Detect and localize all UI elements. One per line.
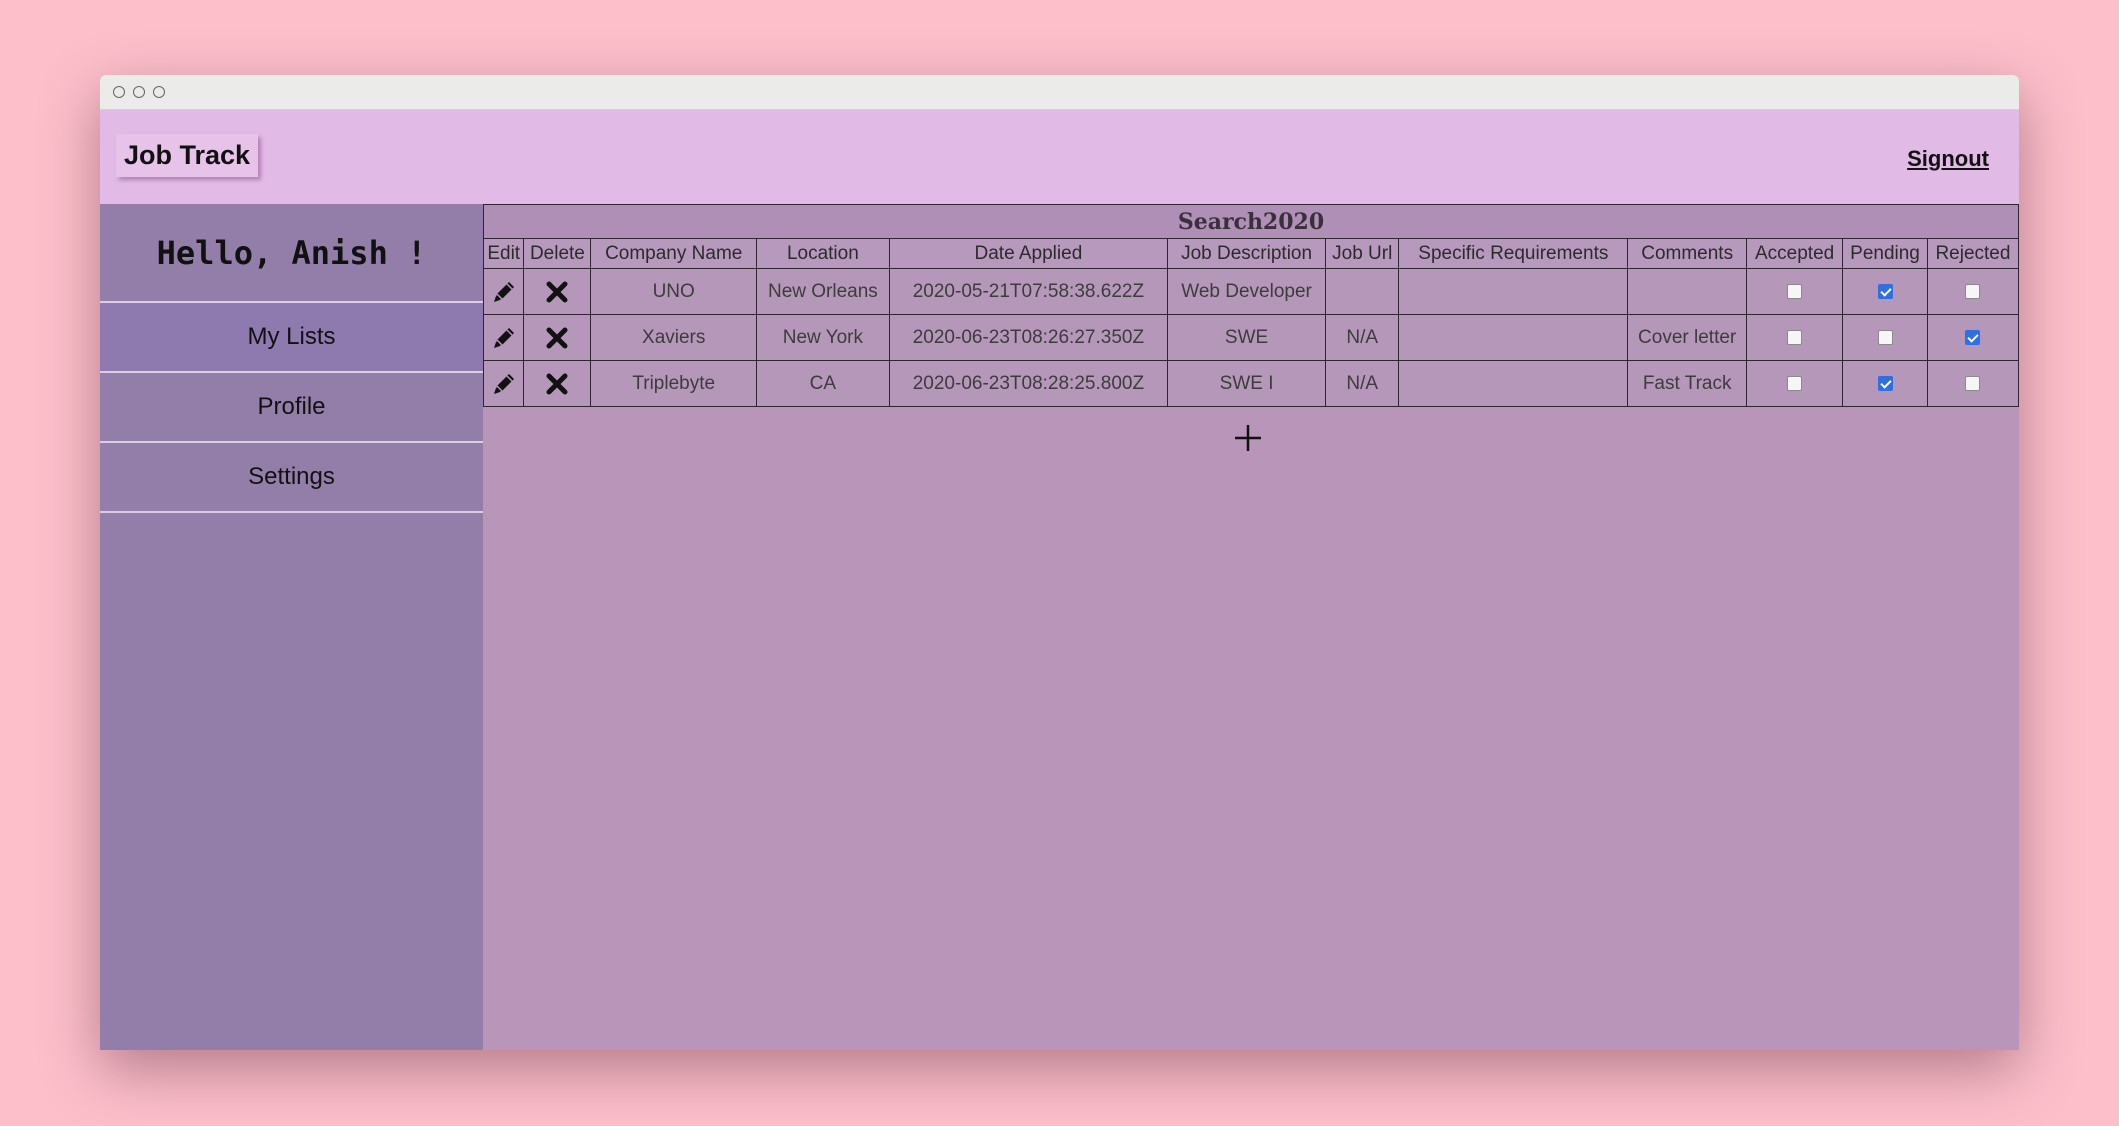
window-minimize-dot[interactable]	[133, 86, 145, 98]
add-row-button[interactable]	[1226, 416, 1270, 460]
top-navbar: Job Track Signout	[100, 110, 2019, 204]
column-header-date: Date Applied	[888, 238, 1169, 269]
rejected-checkbox[interactable]	[1965, 283, 1981, 299]
edit-cell	[482, 360, 525, 407]
sidebar-item-settings[interactable]: Settings	[100, 443, 483, 513]
url-cell: N/A	[1325, 360, 1400, 407]
column-header-url: Job Url	[1325, 238, 1400, 269]
accepted-cell	[1746, 314, 1844, 361]
plus-icon	[1235, 425, 1261, 451]
location-cell: New Orleans	[756, 268, 890, 315]
url-cell: N/A	[1325, 314, 1400, 361]
rejected-cell	[1926, 314, 2019, 361]
list-title: Search2020	[483, 204, 2019, 239]
pending-cell	[1842, 314, 1928, 361]
pending-cell	[1842, 268, 1928, 315]
comments-cell: Cover letter	[1627, 314, 1748, 361]
window-titlebar	[100, 75, 2019, 110]
column-header-accepted: Accepted	[1746, 238, 1844, 269]
accepted-checkbox[interactable]	[1787, 329, 1803, 345]
requirements-cell	[1398, 314, 1629, 361]
date-cell: 2020-05-21T07:58:38.622Z	[888, 268, 1169, 315]
delete-cell	[523, 314, 592, 361]
column-header-rejected: Rejected	[1926, 238, 2019, 269]
signout-link[interactable]: Signout	[1907, 146, 1989, 172]
url-cell	[1325, 268, 1400, 315]
rejected-checkbox[interactable]	[1965, 329, 1981, 345]
window-close-dot[interactable]	[113, 86, 125, 98]
date-cell: 2020-06-23T08:28:25.800Z	[888, 360, 1169, 407]
rejected-cell	[1926, 268, 2019, 315]
sidebar: Hello, Anish ! My Lists Profile Settings	[100, 204, 483, 1050]
accepted-cell	[1746, 268, 1844, 315]
column-header-edit: Edit	[482, 238, 525, 269]
accepted-checkbox[interactable]	[1787, 375, 1803, 391]
close-icon[interactable]	[524, 372, 590, 396]
pencil-icon[interactable]	[484, 325, 523, 351]
requirements-cell	[1398, 268, 1629, 315]
pencil-icon[interactable]	[484, 371, 523, 397]
close-icon[interactable]	[524, 326, 590, 350]
company-cell: UNO	[590, 268, 758, 315]
browser-window: Job Track Signout Hello, Anish ! My List…	[100, 75, 2019, 1050]
pending-checkbox[interactable]	[1877, 283, 1893, 299]
accepted-cell	[1746, 360, 1844, 407]
column-header-description: Job Description	[1167, 238, 1327, 269]
delete-cell	[523, 360, 592, 407]
rejected-checkbox[interactable]	[1965, 375, 1981, 391]
delete-cell	[523, 268, 592, 315]
rejected-cell	[1926, 360, 2019, 407]
greeting-text: Hello, Anish !	[100, 204, 483, 303]
table-row: Triplebyte CA 2020-06-23T08:28:25.800Z SWE …	[482, 360, 2019, 407]
edit-cell	[482, 314, 525, 361]
column-header-location: Location	[756, 238, 890, 269]
sidebar-item-my-lists[interactable]: My Lists	[100, 303, 483, 373]
table-header-row: Edit Delete Company Name Location Date A…	[482, 238, 2019, 269]
comments-cell: Fast Track	[1627, 360, 1748, 407]
column-header-comments: Comments	[1627, 238, 1748, 269]
job-list-table: Search2020 Edit Delete Company Name Loca…	[482, 204, 2019, 407]
pencil-icon[interactable]	[484, 279, 523, 305]
location-cell: CA	[756, 360, 890, 407]
column-header-delete: Delete	[523, 238, 592, 269]
requirements-cell	[1398, 360, 1629, 407]
accepted-checkbox[interactable]	[1787, 283, 1803, 299]
column-header-pending: Pending	[1842, 238, 1928, 269]
main-content: Search2020 Edit Delete Company Name Loca…	[482, 204, 2019, 1050]
sidebar-item-profile[interactable]: Profile	[100, 373, 483, 443]
column-header-requirements: Specific Requirements	[1398, 238, 1629, 269]
company-cell: Xaviers	[590, 314, 758, 361]
column-header-company: Company Name	[590, 238, 758, 269]
date-cell: 2020-06-23T08:26:27.350Z	[888, 314, 1169, 361]
pending-cell	[1842, 360, 1928, 407]
table-row: Xaviers New York 2020-06-23T08:26:27.350Z S…	[482, 314, 2019, 361]
brand-logo[interactable]: Job Track	[116, 134, 259, 177]
close-icon[interactable]	[524, 280, 590, 304]
description-cell: Web Developer	[1167, 268, 1327, 315]
table-row: UNO New Orleans 2020-05-21T07:58:38.622Z We…	[482, 268, 2019, 315]
edit-cell	[482, 268, 525, 315]
company-cell: Triplebyte	[590, 360, 758, 407]
pending-checkbox[interactable]	[1877, 375, 1893, 391]
location-cell: New York	[756, 314, 890, 361]
description-cell: SWE I	[1167, 360, 1327, 407]
comments-cell	[1627, 268, 1748, 315]
pending-checkbox[interactable]	[1877, 329, 1893, 345]
window-maximize-dot[interactable]	[153, 86, 165, 98]
description-cell: SWE	[1167, 314, 1327, 361]
